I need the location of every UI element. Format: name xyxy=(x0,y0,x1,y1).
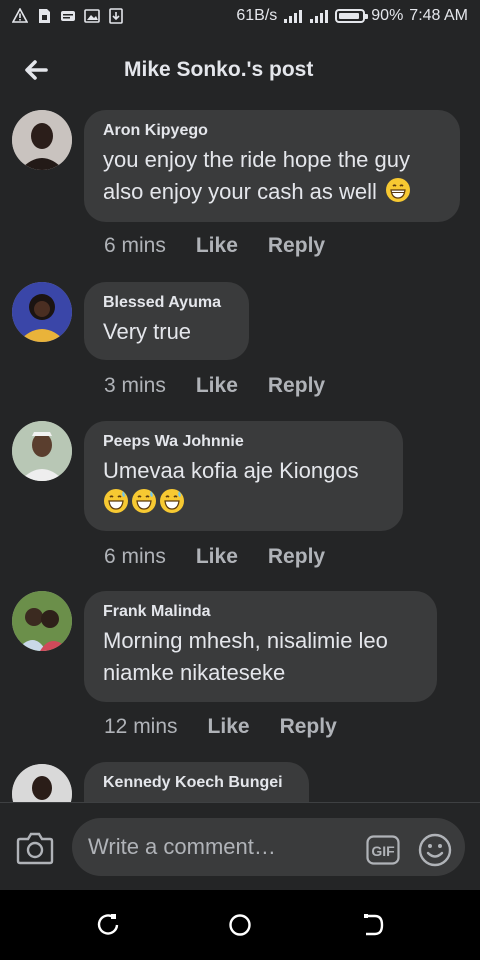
like-button[interactable]: Like xyxy=(196,545,238,569)
comment-time: 3 mins xyxy=(104,374,166,397)
comment-bubble[interactable]: Frank Malinda Morning mhesh, nisalimie l… xyxy=(84,591,437,702)
comment-text: Morning mhesh, nisalimie leo niamke nika… xyxy=(103,625,418,689)
camera-icon[interactable] xyxy=(16,831,54,865)
page-title: Mike Sonko.'s post xyxy=(124,58,314,81)
comment-author[interactable]: Peeps Wa Johnnie xyxy=(103,433,384,451)
comment-bubble[interactable]: Peeps Wa Johnnie Umevaa kofia aje Kiongo… xyxy=(84,421,403,531)
comment-line: Umevaa kofia aje Kiongos xyxy=(103,458,359,483)
cell-signal-icon xyxy=(310,10,329,23)
gif-icon[interactable]: GIF xyxy=(366,835,400,865)
comment-line: niamke nikateseke xyxy=(103,660,286,685)
like-button[interactable]: Like xyxy=(208,715,250,739)
battery-percent: 90% xyxy=(371,7,404,24)
grinning-sweat-emoji xyxy=(160,489,184,513)
comment-actions: 6 mins Like Reply xyxy=(104,545,325,569)
message-icon xyxy=(61,11,75,21)
recent-apps-icon[interactable] xyxy=(95,912,121,938)
comment-author[interactable]: Kennedy Koech Bungei xyxy=(103,774,290,792)
comment-author[interactable]: Aron Kipyego xyxy=(103,122,441,140)
status-bar: 61B/s 90% 7:48 AM xyxy=(0,0,480,36)
grinning-face-emoji xyxy=(386,178,411,202)
system-status: 61B/s 90% 7:48 AM xyxy=(236,7,468,25)
svg-text:GIF: GIF xyxy=(371,843,395,859)
comment-bubble[interactable]: Aron Kipyego you enjoy the ride hope the… xyxy=(84,110,460,222)
comment-text: you enjoy the ride hope the guy also enj… xyxy=(103,144,441,208)
back-nav-icon[interactable] xyxy=(360,912,386,938)
comment-author[interactable]: Frank Malinda xyxy=(103,603,418,621)
comment-line: Very true xyxy=(103,319,192,344)
download-icon xyxy=(109,8,123,24)
grinning-sweat-emoji xyxy=(104,489,128,513)
battery-level xyxy=(339,13,359,19)
reply-button[interactable]: Reply xyxy=(280,715,337,739)
battery-icon xyxy=(335,9,369,23)
avatar[interactable] xyxy=(12,110,72,170)
image-icon xyxy=(84,9,100,23)
comment-bubble[interactable]: Blessed Ayuma Very true xyxy=(84,282,249,360)
reply-button[interactable]: Reply xyxy=(268,374,325,398)
comment-text: Very true xyxy=(103,316,230,348)
avatar[interactable] xyxy=(12,764,72,802)
clock: 7:48 AM xyxy=(409,7,468,24)
comment-time: 6 mins xyxy=(104,234,166,257)
like-button[interactable]: Like xyxy=(196,234,238,258)
comment-time: 12 mins xyxy=(104,715,178,738)
comment-time: 6 mins xyxy=(104,545,166,568)
comment-actions: 3 mins Like Reply xyxy=(104,374,325,398)
grinning-sweat-emoji xyxy=(132,489,156,513)
comment-author[interactable]: Blessed Ayuma xyxy=(103,294,230,312)
reply-button[interactable]: Reply xyxy=(268,545,325,569)
comment-line: also enjoy your cash as well xyxy=(103,179,377,204)
sim-card-icon xyxy=(39,9,50,23)
system-nav-bar xyxy=(0,890,480,960)
comment-text: Umevaa kofia aje Kiongos xyxy=(103,455,384,519)
like-button[interactable]: Like xyxy=(196,374,238,398)
comment-line: you enjoy the ride hope the guy xyxy=(103,147,411,172)
home-icon[interactable] xyxy=(227,912,253,938)
header: Mike Sonko.'s post xyxy=(0,36,480,106)
comment-list: Aron Kipyego you enjoy the ride hope the… xyxy=(0,106,480,802)
network-speed: 61B/s xyxy=(236,7,278,24)
avatar[interactable] xyxy=(12,591,72,651)
comment-actions: 12 mins Like Reply xyxy=(104,715,337,739)
alert-triangle-icon xyxy=(12,8,28,23)
reply-button[interactable]: Reply xyxy=(268,234,325,258)
wifi-signal-icon xyxy=(284,10,303,23)
comment-actions: 6 mins Like Reply xyxy=(104,234,325,258)
notification-icons xyxy=(12,8,124,24)
comment-line: Morning mhesh, nisalimie leo xyxy=(103,628,388,653)
avatar[interactable] xyxy=(12,282,72,342)
arrow-left-icon[interactable] xyxy=(20,54,52,86)
avatar[interactable] xyxy=(12,421,72,481)
comment-bubble[interactable]: Kennedy Koech Bungei xyxy=(84,762,309,802)
smiley-icon[interactable] xyxy=(418,833,452,867)
comment-input[interactable] xyxy=(72,818,465,876)
comment-composer: GIF xyxy=(0,802,480,891)
